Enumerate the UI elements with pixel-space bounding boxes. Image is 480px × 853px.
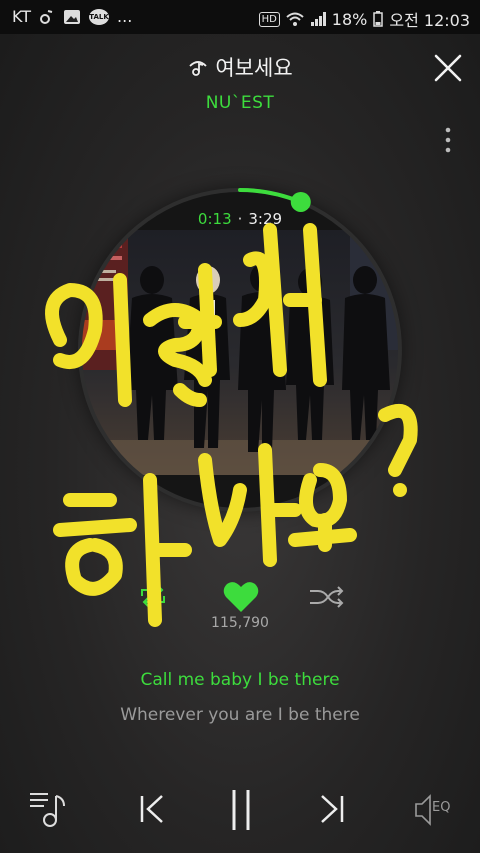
time-current: 0:13 (197, 210, 232, 228)
bottom-controls: EQ (0, 776, 480, 846)
hd-badge: HD (258, 11, 280, 27)
like-count: 115,790 (211, 615, 269, 631)
lyric-next-line[interactable]: Wherever you are I be there (0, 705, 480, 725)
eq-label: EQ (432, 800, 451, 815)
repeat-icon[interactable] (138, 584, 168, 608)
lyric-current-line[interactable]: Call me baby I be there (0, 670, 480, 690)
gallery-icon (64, 9, 81, 24)
signal-icon (310, 12, 326, 26)
battery-percent: 18% (331, 9, 368, 29)
playlist-icon[interactable] (28, 788, 70, 828)
artist-name[interactable]: NU`EST (0, 93, 480, 113)
more-vertical-icon[interactable] (440, 125, 456, 155)
music-player-screen: KT TALK ... HD 18% 오전 12:03 여보세요 NU`EST … (0, 0, 480, 853)
note-icon (189, 61, 207, 76)
album-art-disc[interactable] (80, 190, 400, 510)
status-bar: KT TALK ... HD 18% 오전 12:03 (0, 0, 480, 34)
time-total: 3:29 (248, 210, 283, 228)
carrier-label: KT (12, 7, 32, 26)
time-separator: · (237, 210, 243, 228)
status-right: HD 18% 오전 12:03 (258, 7, 470, 31)
equalizer-button[interactable]: EQ (414, 792, 458, 828)
wifi-icon (286, 12, 304, 26)
battery-icon (373, 11, 384, 27)
more-notifications: ... (117, 7, 133, 26)
song-title-text: 여보세요 (215, 56, 293, 80)
pause-icon[interactable] (228, 788, 254, 832)
app-notification-icon (40, 9, 53, 24)
talk-icon: TALK (89, 8, 110, 25)
close-icon[interactable] (430, 52, 466, 84)
status-left: KT TALK ... (12, 7, 132, 26)
next-icon[interactable] (316, 792, 346, 826)
shuffle-icon[interactable] (308, 586, 344, 608)
heart-icon[interactable] (222, 580, 260, 614)
song-title: 여보세요 (0, 52, 480, 82)
time-display: 0:13 · 3:29 (0, 210, 480, 228)
previous-icon[interactable] (138, 792, 168, 826)
album-cover-image (80, 190, 400, 510)
clock: 오전 12:03 (389, 11, 470, 30)
equalizer-icon (415, 794, 431, 826)
